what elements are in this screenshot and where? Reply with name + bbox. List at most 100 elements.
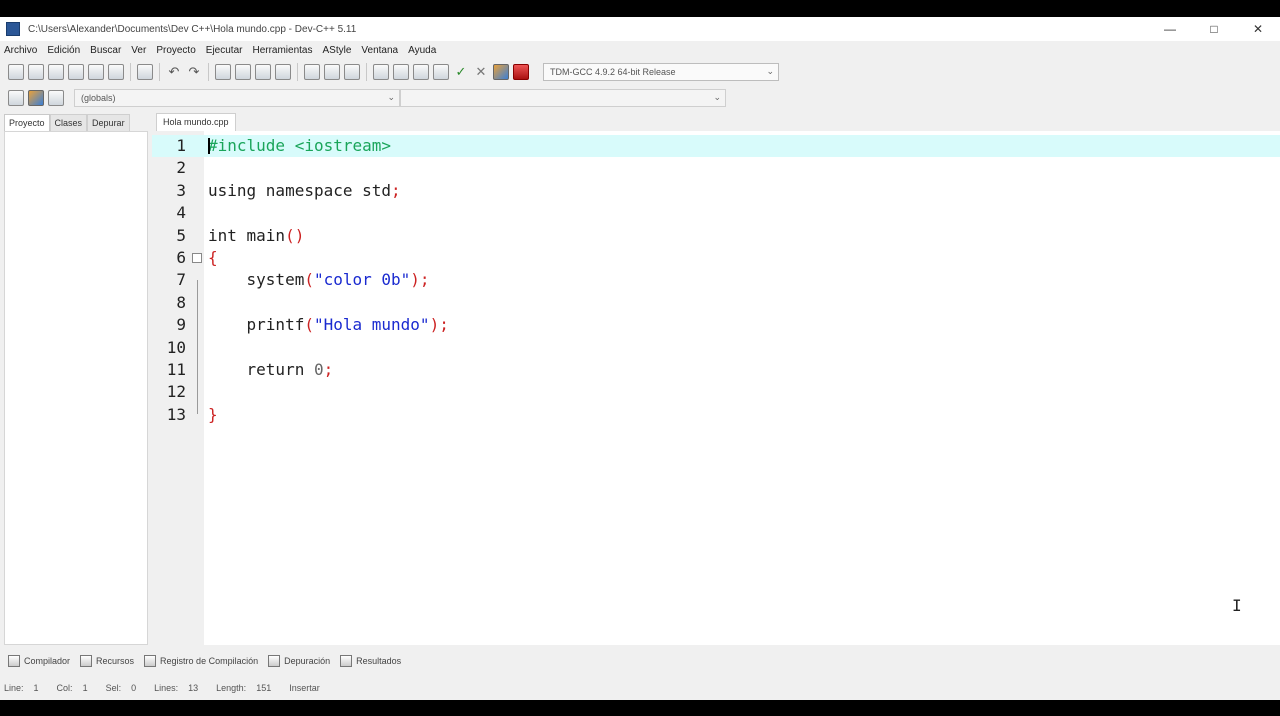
menu-item[interactable]: Edición bbox=[47, 45, 80, 56]
print-icon[interactable] bbox=[137, 64, 153, 80]
code-line[interactable]: 7 system("color 0b"); bbox=[152, 269, 1280, 291]
menu-item[interactable]: Ayuda bbox=[408, 45, 436, 56]
code-text: { bbox=[208, 247, 218, 269]
main-toolbar: ↶ ↷ ✓ ✕ TDM-GCC 4.9.2 64-bit Release ⌄ bbox=[0, 59, 1280, 85]
new-project-icon[interactable] bbox=[8, 89, 24, 106]
tabs-row: Proyecto Clases Depurar Hola mundo.cpp bbox=[0, 110, 1280, 132]
compiler-icon bbox=[8, 655, 20, 667]
rebuild-all-icon[interactable] bbox=[433, 64, 449, 80]
code-line[interactable]: 1 #include <iostream> bbox=[152, 135, 1280, 157]
run-icon[interactable] bbox=[393, 64, 409, 80]
toolbar-separator bbox=[208, 63, 209, 81]
close-button[interactable]: ✕ bbox=[1236, 17, 1280, 41]
save-all-icon[interactable] bbox=[68, 64, 84, 80]
menu-item[interactable]: Herramientas bbox=[252, 45, 312, 56]
code-text: return 0; bbox=[208, 359, 334, 381]
code-editor[interactable]: 1 #include <iostream> 2 3 using namespace st… bbox=[152, 131, 1280, 645]
tab-resources[interactable]: Recursos bbox=[80, 655, 134, 667]
code-line[interactable]: 8 bbox=[152, 292, 1280, 314]
project-panel[interactable] bbox=[4, 131, 148, 645]
tab-debug[interactable]: Depurar bbox=[87, 114, 130, 132]
tab-project[interactable]: Proyecto bbox=[4, 114, 50, 132]
tab-label: Depuración bbox=[284, 656, 331, 666]
code-line[interactable]: 3 using namespace std; bbox=[152, 180, 1280, 202]
results-icon bbox=[340, 655, 353, 667]
tab-label: Recursos bbox=[96, 656, 135, 666]
find-icon[interactable] bbox=[215, 64, 231, 80]
minimize-button[interactable]: — bbox=[1148, 17, 1192, 41]
maximize-button[interactable]: □ bbox=[1192, 17, 1236, 41]
menu-item[interactable]: Archivo bbox=[4, 45, 37, 56]
tab-compiler[interactable]: Compilador bbox=[8, 655, 70, 667]
code-token: using namespace std bbox=[208, 180, 392, 200]
save-icon[interactable] bbox=[48, 64, 64, 80]
menu-item[interactable]: AStyle bbox=[323, 45, 352, 56]
tab-results[interactable]: Resultados bbox=[340, 655, 401, 667]
redo-icon[interactable]: ↷ bbox=[186, 64, 202, 80]
close-file-icon[interactable] bbox=[88, 64, 104, 80]
check-syntax-icon[interactable]: ✓ bbox=[453, 64, 469, 80]
status-mode: Insertar bbox=[289, 683, 320, 693]
tab-compile-log[interactable]: Registro de Compilación bbox=[144, 655, 258, 667]
replace-icon[interactable] bbox=[235, 64, 251, 80]
status-col: Col: 1 bbox=[56, 683, 88, 693]
open-file-icon[interactable] bbox=[28, 64, 44, 80]
debug-icon[interactable] bbox=[493, 64, 509, 80]
chevron-down-icon: ⌄ bbox=[713, 91, 721, 102]
stop-execution-icon[interactable] bbox=[513, 64, 529, 80]
code-text: int main() bbox=[208, 225, 304, 247]
compile-icon[interactable] bbox=[373, 64, 389, 80]
menu-item[interactable]: Ventana bbox=[361, 45, 398, 56]
undo-icon[interactable]: ↶ bbox=[166, 64, 182, 80]
code-line[interactable]: 6{ bbox=[152, 247, 1280, 269]
clean-icon[interactable]: ✕ bbox=[473, 64, 489, 80]
compiler-select[interactable]: TDM-GCC 4.9.2 64-bit Release ⌄ bbox=[543, 63, 779, 81]
status-lines: Lines: 13 bbox=[154, 683, 199, 693]
toolbar-separator bbox=[297, 63, 298, 81]
app-window: C:\Users\Alexander\Documents\Dev C++\Hol… bbox=[0, 0, 1280, 716]
toggle-comment-icon[interactable] bbox=[344, 64, 360, 80]
fold-toggle-icon[interactable] bbox=[192, 253, 202, 263]
status-length: Length: 151 bbox=[216, 683, 272, 693]
tab-debug[interactable]: Depuración bbox=[268, 655, 330, 667]
tab-label: Registro de Compilación bbox=[160, 656, 259, 666]
menu-item[interactable]: Buscar bbox=[90, 45, 121, 56]
new-file-icon[interactable] bbox=[8, 64, 24, 80]
menu-item[interactable]: Proyecto bbox=[156, 45, 195, 56]
code-token: ; bbox=[323, 360, 334, 379]
toggle-bookmark-icon[interactable] bbox=[48, 89, 64, 106]
tab-classes[interactable]: Clases bbox=[49, 114, 88, 132]
code-token: } bbox=[208, 404, 218, 424]
function-select[interactable]: ⌄ bbox=[400, 88, 726, 107]
find-next-icon[interactable] bbox=[255, 64, 271, 80]
compile-log-icon bbox=[144, 655, 157, 667]
code-token: return bbox=[208, 360, 314, 379]
menu-item[interactable]: Ver bbox=[131, 45, 146, 56]
code-line[interactable]: 10 bbox=[152, 337, 1280, 359]
unindent-icon[interactable] bbox=[324, 64, 340, 80]
code-line[interactable]: 9 printf("Hola mundo"); bbox=[152, 314, 1280, 336]
code-line[interactable]: 2 bbox=[152, 157, 1280, 179]
class-select[interactable]: (globals) ⌄ bbox=[74, 88, 400, 107]
code-line[interactable]: 4 bbox=[152, 202, 1280, 224]
chevron-down-icon: ⌄ bbox=[766, 66, 774, 76]
class-select-value: (globals) bbox=[81, 92, 116, 103]
code-line[interactable]: 11 return 0; bbox=[152, 359, 1280, 381]
video-letterbox-bottom bbox=[0, 700, 1280, 716]
close-all-icon[interactable] bbox=[108, 64, 124, 80]
debug-icon bbox=[268, 655, 281, 667]
code-line[interactable]: 13} bbox=[152, 404, 1280, 426]
devcpp-app-icon bbox=[6, 22, 20, 36]
compile-run-icon[interactable] bbox=[413, 64, 429, 80]
tab-label: Resultados bbox=[356, 656, 402, 666]
menu-item[interactable]: Ejecutar bbox=[206, 45, 243, 56]
indent-icon[interactable] bbox=[304, 64, 320, 80]
code-line[interactable]: 12 bbox=[152, 381, 1280, 403]
insert-icon[interactable] bbox=[28, 89, 44, 106]
menu-bar: Archivo Edición Buscar Ver Proyecto Ejecutar H… bbox=[0, 41, 1280, 59]
tab-label: Compilador bbox=[24, 656, 71, 666]
code-token: printf bbox=[208, 315, 305, 335]
goto-line-icon[interactable] bbox=[275, 64, 291, 80]
code-line[interactable]: 5 int main() bbox=[152, 225, 1280, 247]
file-tab-hola-mundo[interactable]: Hola mundo.cpp bbox=[156, 113, 236, 131]
